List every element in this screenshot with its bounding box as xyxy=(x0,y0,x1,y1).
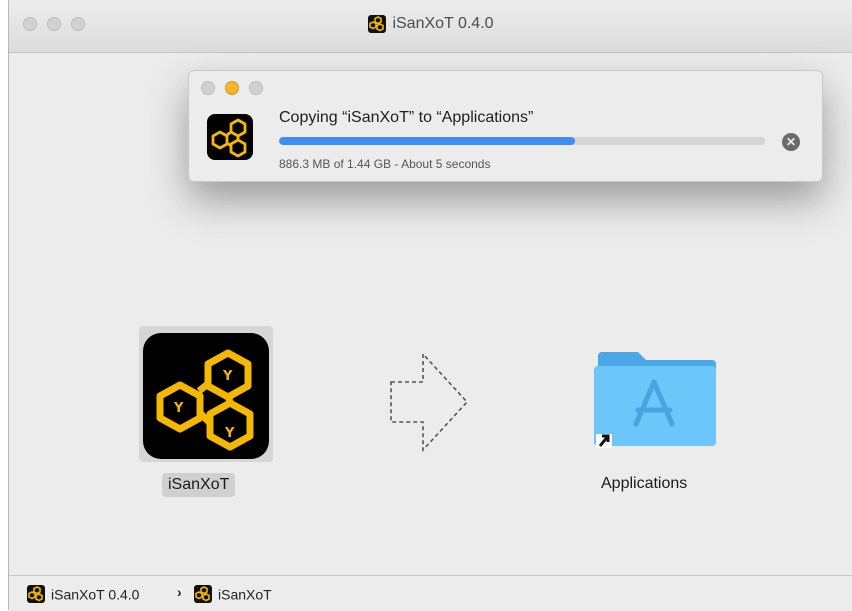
dashed-arrow-right-icon xyxy=(390,352,469,452)
isanxot-app-icon xyxy=(194,585,212,604)
close-circle-icon[interactable]: ✕ xyxy=(782,133,800,151)
isanxot-app-icon xyxy=(27,585,45,604)
svg-text:Y: Y xyxy=(222,369,233,384)
title-bar: iSanXoT 0.4.0 xyxy=(9,0,852,53)
dialog-zoom-button[interactable] xyxy=(249,81,263,95)
app-label[interactable]: iSanXoT xyxy=(162,473,236,497)
path-bar: iSanXoT 0.4.0 › iSanXoT xyxy=(9,575,852,611)
isanxot-app-icon xyxy=(207,114,253,160)
chevron-right-icon: › xyxy=(177,584,182,600)
copy-progress-fill xyxy=(279,137,576,145)
copy-progress-dialog: Copying “iSanXoT” to “Applications” ✕ 88… xyxy=(188,70,823,182)
svg-text:Y: Y xyxy=(224,426,235,441)
copy-title: Copying “iSanXoT” to “Applications” xyxy=(279,109,534,126)
copy-status-text: 886.3 MB of 1.44 GB - About 5 seconds xyxy=(279,157,491,171)
applications-label[interactable]: Applications xyxy=(601,475,687,493)
window-title: iSanXoT 0.4.0 xyxy=(9,15,852,33)
svg-text:Y: Y xyxy=(173,401,184,416)
isanxot-app-icon[interactable]: Y Y Y xyxy=(143,333,269,459)
copy-progress-bar xyxy=(279,137,765,145)
alias-arrow-icon xyxy=(596,434,612,448)
dialog-minimize-button[interactable] xyxy=(225,81,239,95)
applications-folder-icon[interactable] xyxy=(590,348,720,448)
isanxot-app-icon xyxy=(368,15,387,33)
path-item-app[interactable]: iSanXoT xyxy=(194,585,272,604)
path-item-volume[interactable]: iSanXoT 0.4.0 xyxy=(27,585,139,604)
dialog-close-button[interactable] xyxy=(201,81,215,95)
